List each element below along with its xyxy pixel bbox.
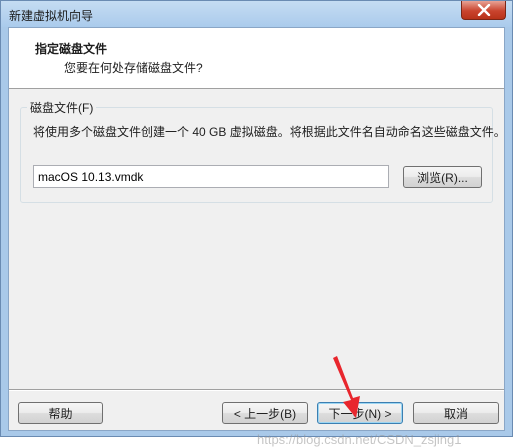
page-subtitle: 您要在何处存储磁盘文件? (64, 61, 203, 75)
browse-button[interactable]: 浏览(R)... (403, 166, 482, 188)
next-button[interactable]: 下一步(N) > (317, 402, 403, 424)
help-button[interactable]: 帮助 (18, 402, 103, 424)
wizard-window: 新建虚拟机向导 指定磁盘文件 您要在何处存储磁盘文件? 磁盘文件(F) 将使用多… (0, 0, 513, 447)
cancel-button[interactable]: 取消 (413, 402, 499, 424)
wizard-body: 指定磁盘文件 您要在何处存储磁盘文件? 磁盘文件(F) 将使用多个磁盘文件创建一… (8, 27, 506, 447)
close-icon (477, 4, 490, 16)
close-button[interactable] (461, 1, 506, 20)
disk-file-group-label: 磁盘文件(F) (27, 99, 97, 116)
page-title: 指定磁盘文件 (35, 42, 108, 56)
footer-separator (9, 389, 504, 391)
disk-file-input[interactable] (33, 165, 389, 188)
watermark-text: https://blog.csdn.net/CSDN_zsjing1 (257, 432, 462, 447)
header-panel: 指定磁盘文件 您要在何处存储磁盘文件? (9, 28, 504, 89)
back-button[interactable]: < 上一步(B) (222, 402, 308, 424)
window-title: 新建虚拟机向导 (9, 9, 94, 23)
title-bar[interactable]: 新建虚拟机向导 (1, 1, 512, 27)
disk-file-group (20, 107, 493, 203)
disk-file-description: 将使用多个磁盘文件创建一个 40 GB 虚拟磁盘。将根据此文件名自动命名这些磁盘… (33, 125, 506, 139)
